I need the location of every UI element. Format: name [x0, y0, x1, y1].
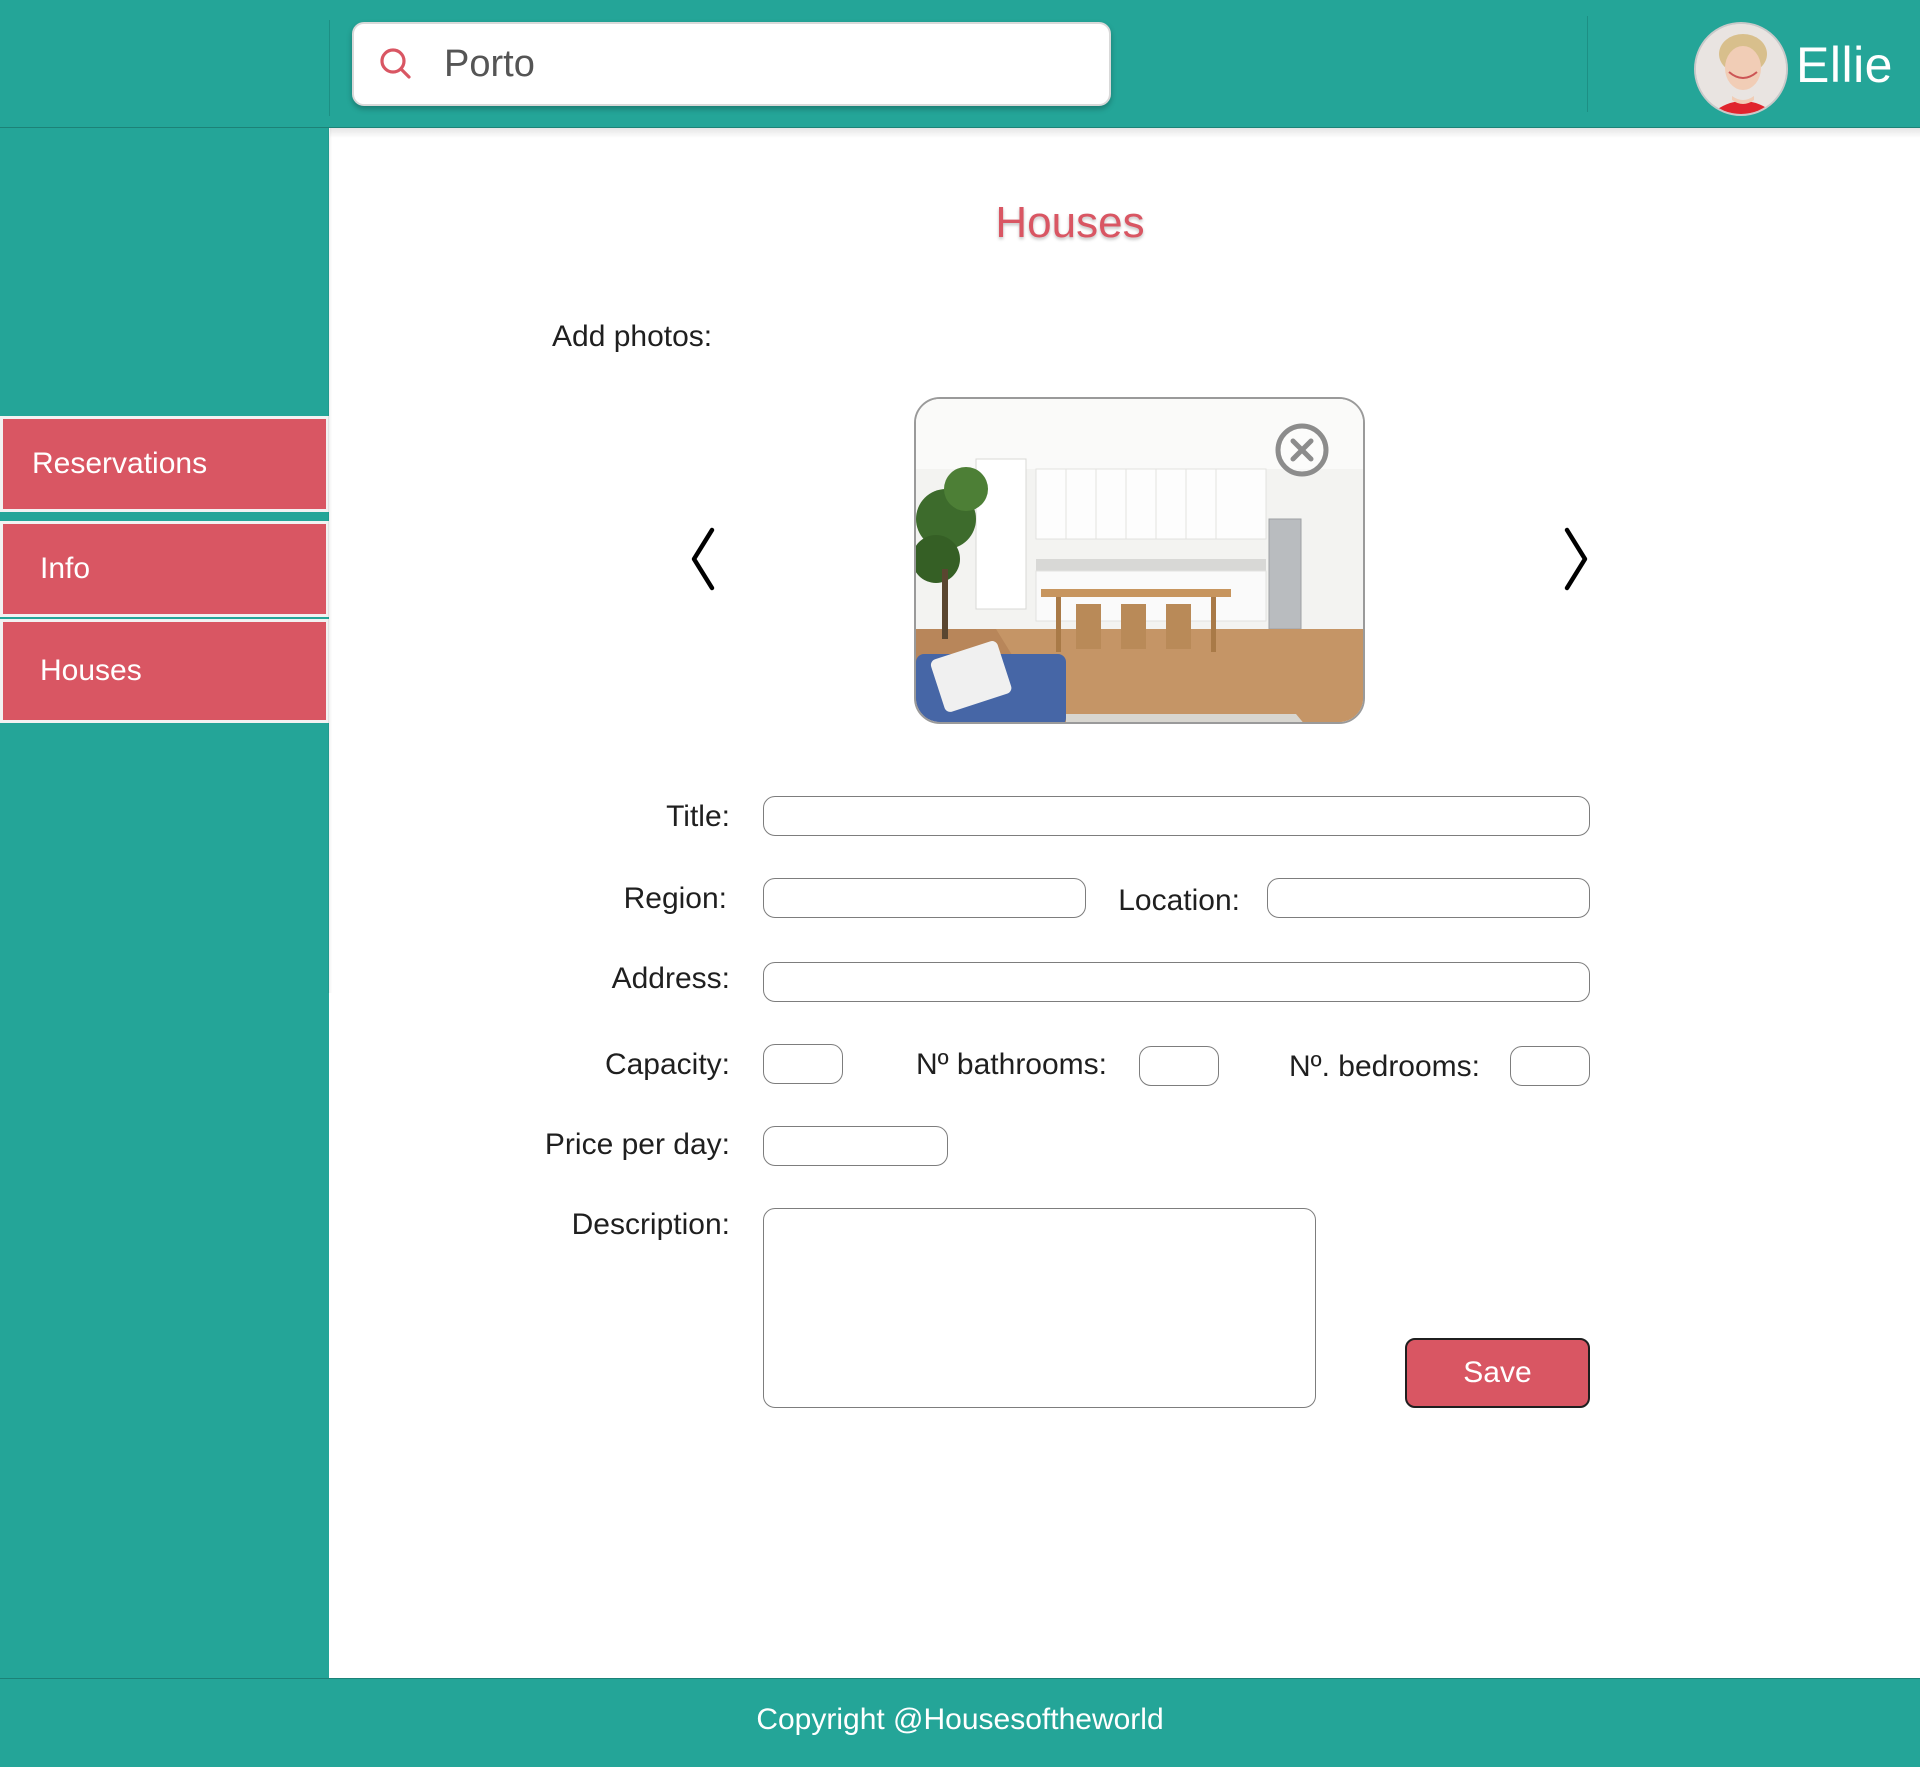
search-input[interactable]	[444, 36, 1084, 92]
sidebar-item-houses[interactable]: Houses	[0, 619, 329, 723]
avatar[interactable]	[1694, 22, 1788, 116]
page-title: Houses	[995, 198, 1145, 247]
search-icon[interactable]	[376, 44, 416, 84]
avatar-image	[1696, 24, 1786, 114]
sidebar-item-label: Info	[40, 552, 91, 585]
capacity-field[interactable]	[763, 1044, 843, 1084]
region-label: Region:	[623, 882, 727, 915]
chevron-left-icon[interactable]	[686, 524, 722, 594]
bedrooms-field[interactable]	[1510, 1046, 1590, 1086]
sidebar-item-info[interactable]: Info	[0, 521, 329, 617]
region-field[interactable]	[763, 878, 1086, 918]
footer-copyright: Copyright @Housesoftheworld	[756, 1703, 1164, 1736]
location-label: Location:	[1118, 884, 1240, 917]
title-field[interactable]	[763, 796, 1590, 836]
save-button[interactable]: Save	[1405, 1338, 1590, 1408]
header-divider	[1587, 16, 1588, 112]
bathrooms-field[interactable]	[1139, 1046, 1219, 1086]
price-per-day-label: Price per day:	[544, 1128, 730, 1161]
bathrooms-label: Nº bathrooms:	[915, 1048, 1107, 1081]
user-name[interactable]: Ellie	[1796, 36, 1893, 94]
header-shadow	[330, 128, 1920, 138]
bedrooms-label: Nº. bedrooms:	[1288, 1050, 1480, 1083]
add-photos-label: Add photos:	[552, 320, 713, 353]
sidebar: Reservations Info Houses	[0, 128, 329, 1678]
title-label: Title:	[666, 800, 730, 833]
search-bar[interactable]	[352, 22, 1111, 106]
sidebar-item-label: Houses	[40, 654, 142, 687]
footer: Copyright @Housesoftheworld	[0, 1678, 1920, 1767]
capacity-label: Capacity:	[604, 1048, 730, 1081]
header-divider	[329, 20, 330, 116]
address-label: Address:	[611, 962, 730, 995]
description-label: Description:	[571, 1208, 730, 1241]
location-field[interactable]	[1267, 878, 1590, 918]
address-field[interactable]	[763, 962, 1590, 1002]
sidebar-item-reservations[interactable]: Reservations	[0, 416, 329, 512]
sidebar-shadow	[328, 128, 332, 993]
chevron-right-icon[interactable]	[1557, 524, 1593, 594]
close-circle-icon[interactable]	[1273, 421, 1331, 479]
price-per-day-field[interactable]	[763, 1126, 948, 1166]
description-field[interactable]	[763, 1208, 1316, 1408]
sidebar-item-label: Reservations	[32, 447, 208, 480]
